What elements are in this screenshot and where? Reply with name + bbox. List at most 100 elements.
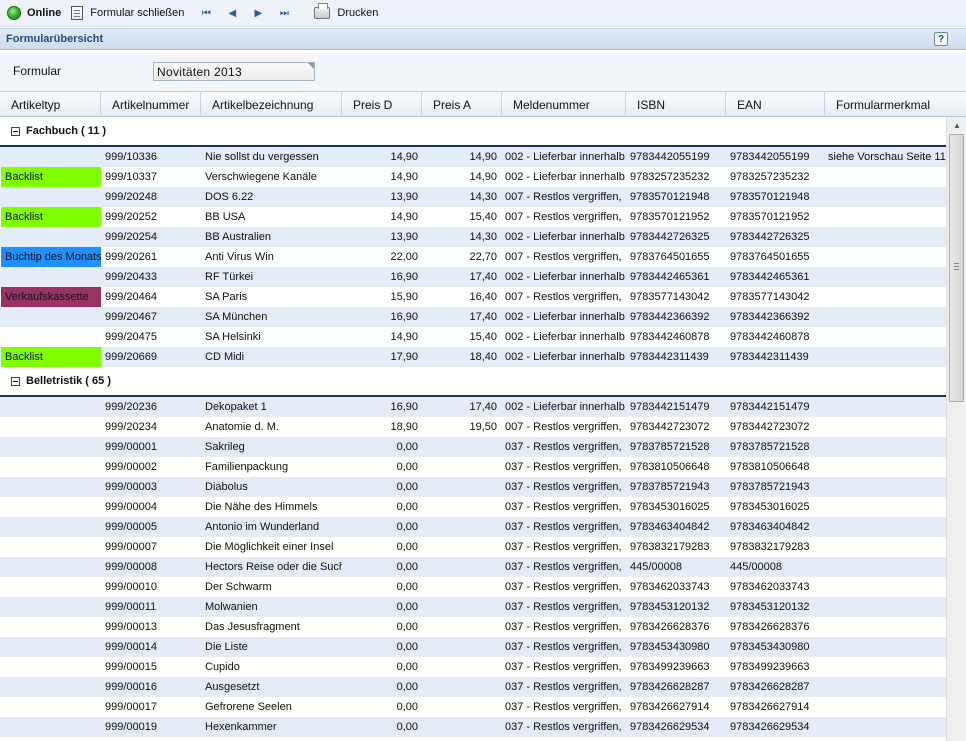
table-row[interactable]: 999/00001 Sakrileg 0,00 037 - Restlos vergr…	[0, 437, 946, 457]
cell-artikelbezeichnung: Diabolus	[205, 481, 248, 493]
table-row[interactable]: 999/00004 Die Nähe des Himmels 0,00 037 - R…	[0, 497, 946, 517]
cell-ean: 9783442055199	[730, 151, 810, 163]
cell-formularmerkmal	[828, 577, 946, 597]
cell-artikeltyp: Verkaufskassette	[1, 287, 101, 307]
group-header[interactable]: Belletristik ( 65 )	[0, 367, 946, 397]
cell-preis-d: 0,00	[396, 661, 418, 673]
cell-formularmerkmal	[828, 517, 946, 537]
help-button[interactable]: ?	[934, 32, 948, 46]
cell-artikeltyp	[1, 577, 101, 597]
cell-preis-d: 16,90	[390, 271, 418, 283]
table-row[interactable]: 999/00015 Cupido 0,00 037 - Restlos vergrif…	[0, 657, 946, 677]
cell-meldenummer: 037 - Restlos vergriffen,	[505, 661, 622, 673]
cell-isbn: 9783764501655	[630, 251, 710, 263]
cell-preis-a	[420, 457, 497, 477]
table-row[interactable]: 999/00010 Der Schwarm 0,00 037 - Restlos ve…	[0, 577, 946, 597]
cell-artikelnummer: 999/00014	[105, 641, 157, 653]
online-status[interactable]: Online	[0, 0, 61, 26]
table-row[interactable]: 999/20248 DOS 6.22 13,90 14,30 007 - Restlos…	[0, 187, 946, 207]
cell-isbn: 9783570121948	[630, 191, 710, 203]
table-row[interactable]: 999/00002 Familienpackung 0,00 037 - Restlo…	[0, 457, 946, 477]
cell-artikelbezeichnung: DOS 6.22	[205, 191, 254, 203]
table-row[interactable]: Backlist 999/20252 BB USA 14,90 15,40 007 - R…	[0, 207, 946, 227]
table-row[interactable]: 999/20236 Dekopaket 1 16,90 17,40 002 - Lief…	[0, 397, 946, 417]
next-record-button[interactable]: ▶	[248, 0, 268, 26]
column-header-artikeltyp[interactable]: Artikeltyp	[0, 92, 101, 117]
table-row[interactable]: Buchtip des Monats 999/20261 Anti Virus Wi…	[0, 247, 946, 267]
table-row[interactable]: 999/00005 Antonio im Wunderland 0,00 037 - …	[0, 517, 946, 537]
column-header-artikelnummer[interactable]: Artikelnummer	[101, 92, 201, 117]
cell-isbn: 9783453016025	[630, 501, 710, 513]
previous-record-button[interactable]: ◀	[222, 0, 242, 26]
cell-artikelbezeichnung: Das Jesusfragment	[205, 621, 300, 633]
cell-isbn: 9783810506648	[630, 461, 710, 473]
cell-preis-a	[420, 697, 497, 717]
cell-meldenummer: 002 - Lieferbar innerhalb	[505, 231, 625, 243]
vertical-scrollbar[interactable]: ▲	[946, 117, 966, 741]
cell-preis-d: 13,90	[390, 191, 418, 203]
cell-artikelnummer: 999/00015	[105, 661, 157, 673]
cell-ean: 9783442366392	[730, 311, 810, 323]
close-form-button[interactable]: Formular schließen	[71, 0, 184, 26]
cell-isbn: 9783785721943	[630, 481, 710, 493]
cell-preis-d: 0,00	[396, 501, 418, 513]
cell-ean: 9783570121948	[730, 191, 810, 203]
table-row[interactable]: 999/20467 SA München 16,90 17,40 002 - Liefe…	[0, 307, 946, 327]
table-row[interactable]: 999/00014 Die Liste 0,00 037 - Restlos verg…	[0, 637, 946, 657]
cell-ean: 9783764501655	[730, 251, 810, 263]
cell-ean: 9783442311439	[730, 351, 809, 363]
cell-artikelbezeichnung: Anatomie d. M.	[205, 421, 279, 433]
form-select[interactable]: Novitäten 2013	[153, 62, 315, 81]
group-header[interactable]: Fachbuch ( 11 )	[0, 117, 946, 147]
column-header-preis-a[interactable]: Preis A	[422, 92, 502, 117]
cell-formularmerkmal	[828, 677, 946, 697]
table-row[interactable]: 999/20475 SA Helsinki 14,90 15,40 002 - Lief…	[0, 327, 946, 347]
cell-formularmerkmal	[828, 457, 946, 477]
cell-ean: 9783453430980	[730, 641, 810, 653]
table-row[interactable]: 999/00008 Hectors Reise oder die Such 0,00…	[0, 557, 946, 577]
cell-artikelbezeichnung: Anti Virus Win	[205, 251, 274, 263]
cell-preis-d: 15,90	[390, 291, 418, 303]
cell-artikeltyp	[1, 517, 101, 537]
cell-artikeltyp	[1, 677, 101, 697]
cell-artikelnummer: 999/20433	[105, 271, 157, 283]
online-status-icon	[7, 6, 21, 20]
cell-ean: 9783577143042	[730, 291, 810, 303]
table-row[interactable]: 999/10336 Nie sollst du vergessen 14,90 14,…	[0, 147, 946, 167]
group-label: Belletristik ( 65 )	[26, 375, 111, 387]
column-header-isbn[interactable]: ISBN	[626, 92, 726, 117]
last-record-button[interactable]: ⏭	[274, 0, 294, 26]
column-header-preis-d[interactable]: Preis D	[342, 92, 422, 117]
table-row[interactable]: 999/00003 Diabolus 0,00 037 - Restlos vergr…	[0, 477, 946, 497]
cell-meldenummer: 002 - Lieferbar innerhalb	[505, 311, 625, 323]
table-row[interactable]: 999/00017 Gefrorene Seelen 0,00 037 - Restl…	[0, 697, 946, 717]
column-header-artikelbezeichnung[interactable]: Artikelbezeichnung	[201, 92, 342, 117]
table-row[interactable]: Backlist 999/20669 CD Midi 17,90 18,40 002 - …	[0, 347, 946, 367]
scroll-up-arrow-icon[interactable]: ▲	[950, 118, 964, 132]
collapse-toggle-icon[interactable]	[11, 377, 20, 386]
print-button[interactable]: Drucken	[314, 0, 378, 26]
table-row[interactable]: 999/00016 Ausgesetzt 0,00 037 - Restlos ver…	[0, 677, 946, 697]
table-row[interactable]: 999/00013 Das Jesusfragment 0,00 037 - Rest…	[0, 617, 946, 637]
cell-preis-d: 0,00	[396, 621, 418, 633]
column-header-formularmerkmal[interactable]: Formularmerkmal	[825, 92, 966, 117]
group-label: Fachbuch ( 11 )	[26, 125, 107, 137]
collapse-toggle-icon[interactable]	[11, 127, 20, 136]
cell-preis-a	[420, 437, 497, 457]
cell-artikelnummer: 999/00002	[105, 461, 157, 473]
previous-icon: ◀	[228, 7, 237, 19]
table-row[interactable]: 999/20234 Anatomie d. M. 18,90 19,50 007 - R…	[0, 417, 946, 437]
cell-artikeltyp	[1, 597, 101, 617]
column-header-ean[interactable]: EAN	[726, 92, 825, 117]
cell-preis-a: 14,90	[469, 171, 497, 183]
first-record-button[interactable]: ⏮	[196, 0, 216, 26]
table-row[interactable]: 999/00007 Die Möglichkeit einer Insel 0,00…	[0, 537, 946, 557]
table-row[interactable]: 999/20433 RF Türkei 16,90 17,40 002 - Liefer…	[0, 267, 946, 287]
table-row[interactable]: Backlist 999/10337 Verschwiegene Kanäle 14,…	[0, 167, 946, 187]
column-header-meldenummer[interactable]: Meldenummer	[502, 92, 626, 117]
table-row[interactable]: 999/20254 BB Australien 13,90 14,30 002 - Li…	[0, 227, 946, 247]
table-row[interactable]: Verkaufskassette 999/20464 SA Paris 15,90 16…	[0, 287, 946, 307]
scrollbar-thumb[interactable]	[949, 134, 964, 402]
table-row[interactable]: 999/00019 Hexenkammer 0,00 037 - Restlos ve…	[0, 717, 946, 737]
table-row[interactable]: 999/00011 Molwanien 0,00 037 - Restlos verg…	[0, 597, 946, 617]
